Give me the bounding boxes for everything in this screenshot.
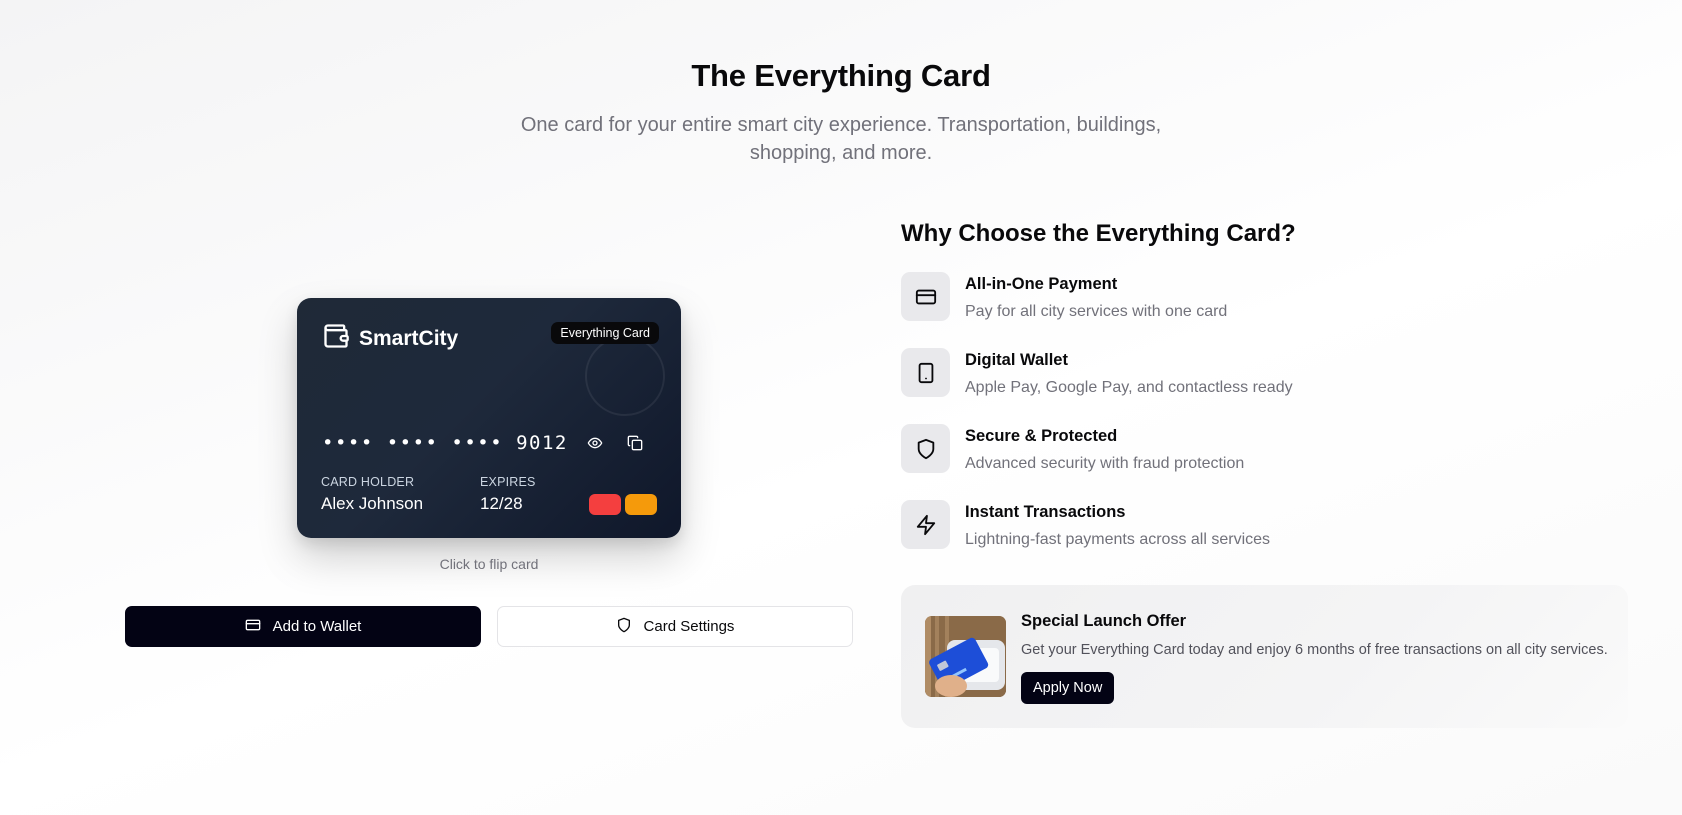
hero-section: The Everything Card One card for your en…: [0, 58, 1682, 167]
offer-title: Special Launch Offer: [1021, 612, 1187, 630]
special-offer-panel: Special Launch Offer Get your Everything…: [901, 585, 1628, 728]
feature-digital-wallet: Digital Wallet Apple Pay, Google Pay, an…: [901, 348, 1621, 400]
smart-card[interactable]: SmartCity Everything Card •••• •••• ••••…: [297, 298, 681, 538]
card-decorative-ring: [585, 336, 665, 416]
card-expires-label: EXPIRES: [480, 475, 536, 489]
feature-title: Digital Wallet: [965, 351, 1068, 369]
card-network-orange: [625, 494, 657, 515]
credit-card-icon: [245, 617, 261, 637]
offer-desc: Get your Everything Card today and enjoy…: [1021, 642, 1608, 658]
feature-title: Secure & Protected: [965, 427, 1118, 445]
shield-icon: [901, 424, 950, 473]
zap-icon: [901, 500, 950, 549]
shield-icon: [616, 617, 632, 637]
smartphone-icon: [901, 348, 950, 397]
card-expires-value: 12/28: [480, 494, 523, 513]
card-brand: SmartCity: [322, 322, 458, 355]
card-type-badge: Everything Card: [551, 322, 659, 344]
credit-card-icon: [901, 272, 950, 321]
card-number: •••• •••• •••• 9012: [322, 432, 568, 454]
page-title: The Everything Card: [691, 58, 991, 93]
feature-title: All-in-One Payment: [965, 275, 1118, 293]
feature-title: Instant Transactions: [965, 503, 1126, 521]
apply-now-button[interactable]: Apply Now: [1021, 672, 1115, 704]
card-settings-label: Card Settings: [643, 618, 735, 635]
feature-desc: Pay for all city services with one card: [965, 303, 1228, 320]
card-holder-name: Alex Johnson: [321, 494, 424, 513]
why-title: Why Choose the Everything Card?: [901, 220, 1296, 247]
add-to-wallet-label: Add to Wallet: [272, 618, 362, 635]
page-subtitle: One card for your entire smart city expe…: [520, 114, 1162, 164]
feature-desc: Apple Pay, Google Pay, and contactless r…: [965, 379, 1293, 396]
add-to-wallet-button[interactable]: Add to Wallet: [125, 606, 481, 647]
card-network-red: [589, 494, 621, 515]
wallet-icon: [322, 322, 350, 355]
feature-desc: Advanced security with fraud protection: [965, 455, 1245, 472]
card-brand-name: SmartCity: [359, 326, 459, 350]
offer-image: [925, 616, 1006, 697]
feature-desc: Lightning-fast payments across all servi…: [965, 531, 1271, 548]
card-holder-label: CARD HOLDER: [321, 475, 415, 489]
flip-hint: Click to flip card: [439, 556, 539, 572]
feature-secure: Secure & Protected Advanced security wit…: [901, 424, 1621, 476]
card-number-row: •••• •••• •••• 9012: [322, 430, 648, 456]
card-settings-button[interactable]: Card Settings: [497, 606, 853, 647]
copy-icon[interactable]: [622, 430, 648, 456]
feature-instant: Instant Transactions Lightning-fast paym…: [901, 500, 1621, 552]
feature-all-in-one: All-in-One Payment Pay for all city serv…: [901, 272, 1621, 324]
eye-icon[interactable]: [582, 430, 608, 456]
